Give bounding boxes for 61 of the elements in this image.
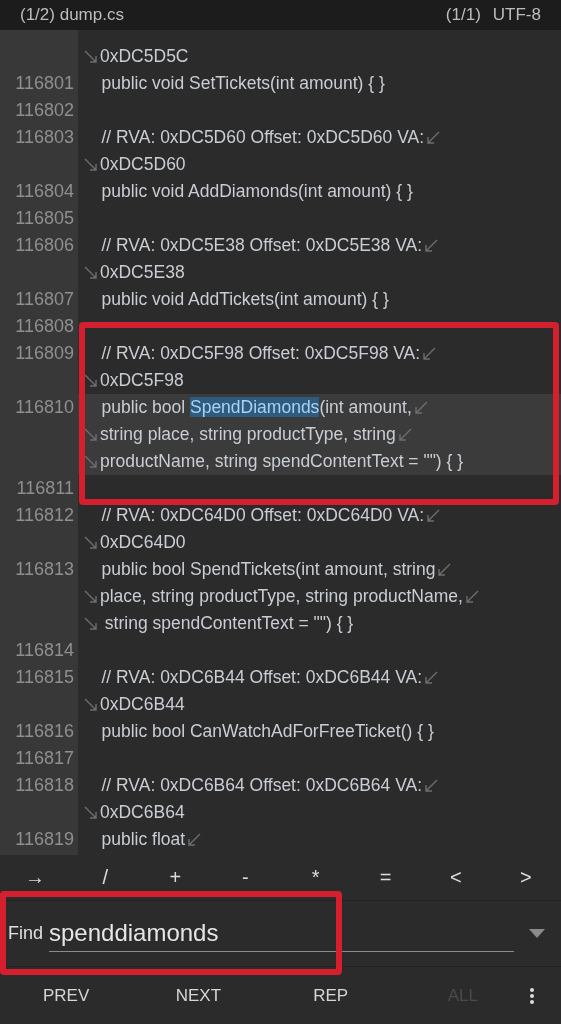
- code-line: 0xDC5D5C: [100, 45, 189, 68]
- line-number: 116817: [15, 748, 74, 768]
- code-line: public float: [100, 828, 186, 851]
- symbol-key[interactable]: <: [420, 855, 491, 900]
- file-name: (1/2) dump.cs: [20, 5, 124, 25]
- symbol-key[interactable]: →: [0, 855, 71, 900]
- page-position: (1/1): [445, 5, 481, 25]
- action-button[interactable]: PREV: [0, 975, 133, 1016]
- encoding-label: UTF-8: [492, 5, 541, 25]
- code-line: // RVA: 0xDC5E38 Offset: 0xDC5E38 VA:: [100, 234, 423, 257]
- symbol-key[interactable]: /: [70, 855, 141, 900]
- code-line: // RVA: 0xDC6B64 Offset: 0xDC6B64 VA:: [100, 774, 423, 797]
- code-line: public void AddTickets(int amount) { }: [100, 288, 389, 311]
- code-line: public bool SpendTickets(int amount, string: [100, 558, 436, 581]
- line-number: 116807: [15, 289, 74, 309]
- code-line: // RVA: 0xDC5F98 Offset: 0xDC5F98 VA:: [100, 342, 421, 365]
- code-line: productName, string spendContentText = "") { }: [100, 450, 464, 473]
- code-line: string place, string productType, string: [100, 423, 396, 446]
- code-line: public void AddDiamonds(int amount) { }: [100, 180, 413, 203]
- code-line: place, string productType, string productName,: [100, 585, 463, 608]
- dropdown-icon[interactable]: [529, 928, 545, 939]
- line-number: 116810: [15, 397, 74, 417]
- line-number: 116812: [15, 505, 74, 525]
- code-line: 0xDC6B44: [100, 693, 185, 716]
- line-number: 116814: [15, 640, 74, 660]
- line-number: 116806: [15, 235, 74, 255]
- line-number: 116808: [15, 316, 74, 336]
- symbol-key[interactable]: *: [280, 855, 351, 900]
- action-button[interactable]: REP: [264, 975, 397, 1016]
- code-line: public bool SpendDiamonds(int amount,: [100, 396, 412, 419]
- find-field[interactable]: spenddiamonds: [49, 915, 514, 952]
- code-line: 0xDC5F98: [100, 369, 184, 392]
- symbol-key[interactable]: >: [490, 855, 561, 900]
- code-line: // RVA: 0xDC6B44 Offset: 0xDC6B44 VA:: [100, 666, 423, 689]
- code-line: 0xDC5E38: [100, 261, 185, 284]
- code-line: // RVA: 0xDC64D0 Offset: 0xDC64D0 VA:: [100, 504, 425, 527]
- code-line: public bool CanWatchAdForFreeTicket() { }: [100, 720, 434, 743]
- line-number: 116809: [15, 343, 74, 363]
- line-number: 116819: [15, 829, 74, 849]
- line-number: 116811: [16, 478, 74, 498]
- action-button[interactable]: NEXT: [132, 975, 265, 1016]
- line-number: 116801: [15, 73, 74, 93]
- symbol-key[interactable]: -: [210, 855, 281, 900]
- code-line: // RVA: 0xDC5D60 Offset: 0xDC5D60 VA:: [100, 126, 425, 149]
- line-number: 116805: [15, 208, 74, 228]
- symbol-key[interactable]: +: [140, 855, 211, 900]
- symbol-key[interactable]: =: [350, 855, 421, 900]
- line-number: 116803: [15, 127, 74, 147]
- find-label: Find: [8, 923, 43, 944]
- code-line: string spendContentText = "") { }: [103, 612, 354, 635]
- code-line: 0xDC64D0: [100, 531, 186, 554]
- more-options-icon[interactable]: [529, 986, 535, 1005]
- code-line: public void SetTickets(int amount) { }: [100, 72, 385, 95]
- line-number: 116804: [15, 181, 74, 201]
- code-line: 0xDC5D60: [100, 153, 186, 176]
- line-number: 116813: [15, 559, 74, 579]
- code-line: 0xDC6B64: [100, 801, 185, 824]
- line-number: 116815: [15, 667, 74, 687]
- line-number: 116802: [15, 100, 74, 120]
- line-number: 116816: [15, 721, 74, 741]
- line-number: 116818: [15, 775, 74, 795]
